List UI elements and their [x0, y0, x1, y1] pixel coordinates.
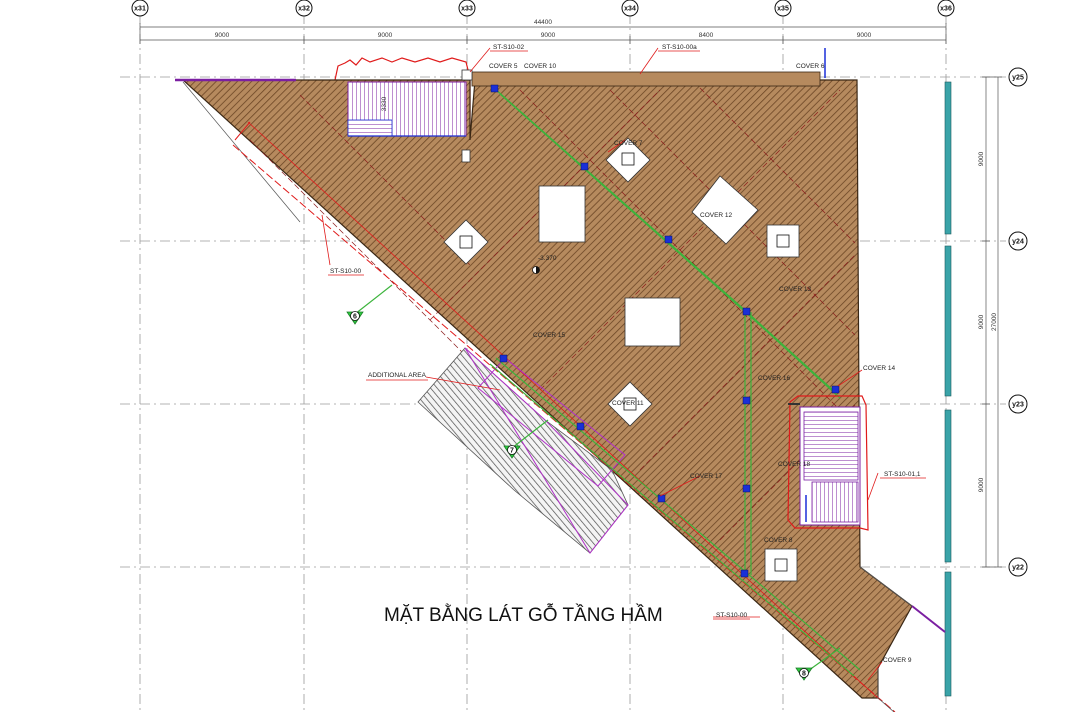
sheet-ref-bottom: ST-S10-00 — [716, 612, 747, 619]
dim-span-2: 9000 — [378, 32, 393, 39]
dim-span-1: 9000 — [215, 32, 230, 39]
cover-16-label: COVER 16 — [758, 375, 791, 382]
grid-bubble-y24: y24 — [1008, 231, 1028, 251]
cover-18-label: COVER 18 — [778, 461, 811, 468]
svg-text:x33: x33 — [461, 6, 473, 13]
additional-area-label: ADDITIONAL AREA — [368, 372, 427, 379]
grid-bubble-x36: x36 — [937, 0, 955, 17]
grid-bubbles-y: y25 y24 y23 y22 — [1008, 67, 1028, 577]
svg-text:6: 6 — [353, 314, 357, 321]
top-wall — [471, 71, 821, 87]
glass-facade — [944, 81, 952, 697]
cover-8-label: COVER 8 — [764, 537, 793, 544]
dim-right-total: 27000 — [991, 313, 998, 331]
grid-bubbles-x: x31 x32 x33 x34 x35 x36 — [131, 0, 955, 17]
svg-text:y25: y25 — [1012, 75, 1024, 82]
section-marker-8: 8 — [795, 667, 813, 681]
svg-text:x35: x35 — [777, 6, 789, 13]
cover-10-label: COVER 10 — [524, 63, 557, 70]
svg-text:y24: y24 — [1012, 239, 1024, 246]
top-stair: 3330 — [347, 81, 467, 137]
cover-7-label: COVER 7 — [614, 140, 643, 147]
dim-overall: 44400 — [534, 19, 552, 26]
svg-text:8: 8 — [802, 671, 806, 678]
sheet-ref-left: ST-S10-00 — [330, 268, 361, 275]
dim-span-5: 9000 — [857, 32, 872, 39]
sheet-ref-right: ST-S10-01,1 — [884, 471, 921, 478]
svg-text:x34: x34 — [624, 6, 636, 13]
grid-bubble-y23: y23 — [1008, 394, 1028, 414]
cover-9-label: COVER 9 — [883, 657, 912, 664]
svg-text:y22: y22 — [1012, 565, 1024, 572]
dim-span-3: 9000 — [541, 32, 556, 39]
svg-text:y23: y23 — [1012, 402, 1024, 409]
dim-span-4: 8400 — [699, 32, 714, 39]
grid-bubble-x34: x34 — [621, 0, 639, 17]
dim-right-span-1: 9000 — [978, 151, 985, 166]
grid-bubble-x33: x33 — [458, 0, 476, 17]
cover-13-label: COVER 13 — [779, 286, 812, 293]
svg-text:-3.370: -3.370 — [538, 255, 557, 262]
cover-12-label: COVER 12 — [700, 212, 733, 219]
cover-11-label: COVER 11 — [612, 400, 644, 407]
svg-text:7: 7 — [510, 448, 514, 455]
section-marker-6: 6 — [346, 311, 364, 325]
floor-plan-drawing: x31 x32 x33 x34 x35 x36 y25 y24 y23 y22 … — [120, 0, 1028, 712]
grid-bubble-x35: x35 — [774, 0, 792, 17]
sheet-ref-top-right: ST-S10-00a — [662, 44, 697, 51]
cover-14-label: COVER 14 — [863, 365, 896, 372]
planter-5 — [764, 548, 798, 582]
grid-bubble-x32: x32 — [295, 0, 313, 17]
dim-right-span-3: 9000 — [978, 477, 985, 492]
grid-bubble-y25: y25 — [1008, 67, 1028, 87]
svg-text:x32: x32 — [298, 6, 310, 13]
cover-17-label: COVER 17 — [690, 473, 723, 480]
drawing-title: MẶT BẰNG LÁT GỖ TẦNG HẦM — [384, 604, 663, 626]
svg-text:x31: x31 — [134, 6, 146, 13]
planter-4 — [766, 224, 800, 258]
svg-text:x36: x36 — [940, 6, 952, 13]
dim-right-span-2: 9000 — [978, 314, 985, 329]
cover-5-label: COVER 5 — [489, 63, 518, 70]
grid-bubble-x31: x31 — [131, 0, 149, 17]
cover-6-label: COVER 6 — [796, 63, 825, 70]
sheet-ref-top-left: ST-S10-02 — [493, 44, 524, 51]
stair-width-dim: 3330 — [381, 96, 388, 111]
cover-15-label: COVER 15 — [533, 332, 566, 339]
grid-bubble-y22: y22 — [1008, 557, 1028, 577]
